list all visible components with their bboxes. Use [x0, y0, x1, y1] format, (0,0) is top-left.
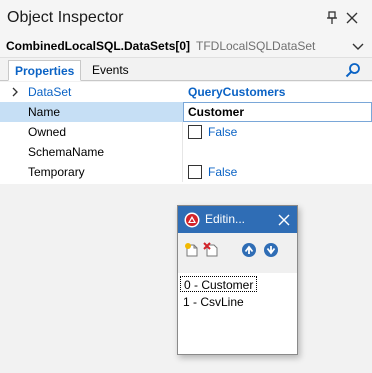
window-title: Object Inspector [7, 9, 124, 26]
property-label: Name [28, 105, 61, 119]
property-row-owned[interactable]: Owned False [0, 122, 372, 142]
tab-events[interactable]: Events [86, 60, 135, 81]
expand-icon[interactable] [11, 87, 19, 97]
owned-checkbox[interactable] [188, 125, 202, 139]
editor-title: Editin... [205, 212, 246, 226]
app-logo-icon [184, 212, 200, 228]
temporary-checkbox[interactable] [188, 165, 202, 179]
property-value[interactable]: Customer [188, 105, 244, 119]
object-selector[interactable]: CombinedLocalSQL.DataSets[0] TFDLocalSQL… [0, 36, 372, 58]
close-icon[interactable] [278, 214, 290, 226]
add-new-icon[interactable] [184, 242, 200, 258]
delete-icon[interactable] [203, 242, 219, 258]
close-icon[interactable] [345, 10, 359, 26]
search-icon[interactable] [345, 62, 361, 78]
pin-icon[interactable] [325, 10, 339, 26]
property-row-schemaname[interactable]: SchemaName [0, 142, 372, 162]
editor-titlebar[interactable]: Editin... [178, 206, 297, 233]
property-label: DataSet [28, 85, 72, 99]
property-label: Temporary [28, 165, 85, 179]
collection-editor-window[interactable]: Editin... 0 - Customer 1 - CsvLine [177, 205, 298, 355]
inspector-tabs: Properties Events [0, 60, 372, 81]
property-row-temporary[interactable]: Temporary False [0, 162, 372, 182]
tab-properties[interactable]: Properties [8, 60, 82, 81]
property-row-dataset[interactable]: DataSet QueryCustomers [0, 82, 372, 102]
move-down-icon[interactable] [263, 242, 279, 258]
object-type: TFDLocalSQLDataSet [196, 39, 316, 53]
inspector-titlebar: Object Inspector [0, 0, 372, 36]
editor-toolbar [178, 233, 297, 273]
property-value: False [208, 125, 238, 139]
object-name: CombinedLocalSQL.DataSets[0] [6, 39, 191, 53]
list-item[interactable]: 0 - Customer [180, 276, 258, 292]
list-item[interactable]: 1 - CsvLine [180, 294, 247, 310]
collection-list[interactable]: 0 - Customer 1 - CsvLine [178, 273, 297, 354]
property-label: SchemaName [28, 145, 105, 159]
property-grid: DataSet QueryCustomers Name Customer Own… [0, 82, 372, 184]
property-value[interactable]: QueryCustomers [188, 85, 285, 99]
move-up-icon[interactable] [241, 242, 257, 258]
property-label: Owned [28, 125, 67, 139]
property-value: False [208, 165, 238, 179]
property-row-name[interactable]: Name Customer [0, 102, 372, 122]
chevron-down-icon[interactable] [351, 39, 365, 53]
